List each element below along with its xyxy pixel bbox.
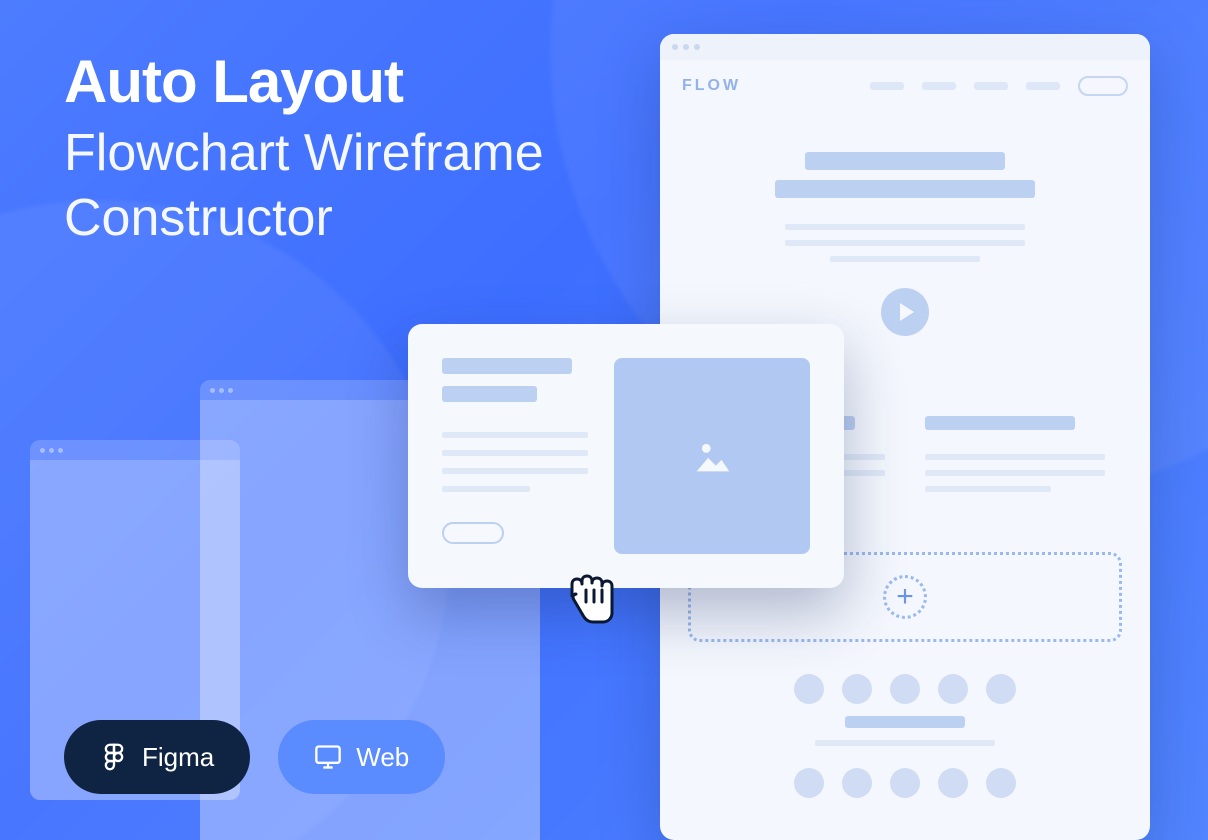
text-placeholder [925,454,1105,460]
heading-placeholder [805,152,1005,170]
avatar-placeholder [842,768,872,798]
avatar-placeholder [890,768,920,798]
platform-pills: Figma Web [64,720,445,794]
text-placeholder [815,740,995,746]
heading-placeholder [442,358,572,374]
text-placeholder [785,224,1025,230]
monitor-icon [314,743,342,771]
pill-label: Figma [142,742,214,773]
avatar-placeholder [986,768,1016,798]
play-icon [881,288,929,336]
web-pill[interactable]: Web [278,720,445,794]
headline: Auto Layout Flowchart Wireframe Construc… [64,50,544,251]
avatar-row [794,674,1016,704]
avatar-placeholder [986,674,1016,704]
avatar-placeholder [938,674,968,704]
heading-placeholder [442,386,537,402]
wireframe-footer [660,662,1150,798]
promo-canvas: Auto Layout Flowchart Wireframe Construc… [0,0,1208,840]
wireframe-logo: FLOW [682,77,741,95]
wireframe-nav [870,76,1128,96]
text-placeholder [442,450,588,456]
nav-placeholder [974,82,1008,90]
text-placeholder [830,256,980,262]
image-icon [689,433,735,479]
avatar-placeholder [938,768,968,798]
headline-title: Auto Layout [64,50,544,113]
grab-cursor-icon [558,560,622,624]
heading-placeholder [845,716,965,728]
avatar-placeholder [794,674,824,704]
text-placeholder [442,486,530,492]
browser-chrome [660,34,1150,60]
figma-icon [100,743,128,771]
avatar-placeholder [890,674,920,704]
nav-placeholder [1026,82,1060,90]
pill-label: Web [356,742,409,773]
heading-placeholder [775,180,1035,198]
add-icon[interactable]: + [883,575,927,619]
nav-placeholder [870,82,904,90]
text-placeholder [442,468,588,474]
button-placeholder [442,522,504,544]
image-placeholder [614,358,810,554]
avatar-placeholder [842,674,872,704]
dragged-card[interactable] [408,324,844,588]
headline-subtitle: Flowchart Wireframe Constructor [64,121,544,251]
avatar-placeholder [794,768,824,798]
wireframe-header: FLOW [660,60,1150,112]
avatar-row [794,768,1016,798]
text-placeholder [925,470,1105,476]
nav-cta-placeholder [1078,76,1128,96]
heading-placeholder [925,416,1075,430]
card-text-block [442,358,588,554]
text-placeholder [925,486,1051,492]
text-placeholder [785,240,1025,246]
nav-placeholder [922,82,956,90]
wireframe-column [925,416,1105,492]
text-placeholder [442,432,588,438]
wireframe-hero [660,112,1150,356]
figma-pill[interactable]: Figma [64,720,250,794]
